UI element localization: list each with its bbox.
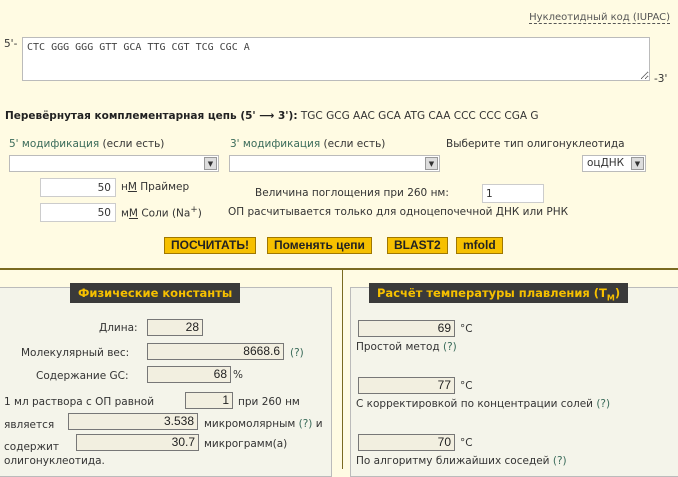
tm-nn-label: По алгоритму ближайших соседей (?) xyxy=(356,455,567,467)
tm-unit: °C xyxy=(460,323,473,335)
micromolar-label: микромолярным (?) и xyxy=(204,418,323,430)
iupac-code-link[interactable]: Нуклеотидный код (IUPAC) xyxy=(529,12,670,24)
tm-nn-help-link[interactable]: (?) xyxy=(553,455,567,467)
micromolar-value: 3.538 xyxy=(68,413,198,430)
length-label: Длина: xyxy=(99,322,138,334)
chevron-down-icon: ▼ xyxy=(631,157,644,170)
three-prime-label: -3' xyxy=(654,73,668,85)
calculate-button[interactable]: ПОСЧИТАТЬ! xyxy=(164,237,256,254)
contains-label: содержит xyxy=(4,441,59,453)
is-label: является xyxy=(4,419,55,431)
oligo-type-select[interactable]: оцДНК ▼ xyxy=(582,155,646,172)
od-unit: при 260 нм xyxy=(238,396,300,408)
tm-basic-label: Простой метод (?) xyxy=(356,341,457,353)
mod5-label: 5' модификация (если есть) xyxy=(9,138,165,150)
mod3-label: 3' модификация (если есть) xyxy=(230,138,386,150)
tm-salt-value: 77 xyxy=(358,377,455,394)
reverse-complement-label: Перевёрнутая комплементарная цепь (5' ⟶ … xyxy=(5,110,298,122)
gc-unit: % xyxy=(233,369,243,381)
tm-unit: °C xyxy=(460,437,473,449)
micromolar-help-link[interactable]: (?) xyxy=(299,418,313,430)
reverse-complement: Перевёрнутая комплементарная цепь (5' ⟶ … xyxy=(5,110,539,122)
absorbance-label: Величина поглощения при 260 нм: xyxy=(255,187,449,199)
tm-salt-label: С корректировкой по концентрации солей (… xyxy=(356,398,611,410)
od-label: 1 мл раствора с ОП равной xyxy=(4,396,155,408)
absorbance-note: ОП расчитывается только для одноцепочечн… xyxy=(228,206,569,218)
primer-input[interactable]: 50 xyxy=(40,178,116,197)
tm-salt-help-link[interactable]: (?) xyxy=(596,398,610,410)
salt-label: мМ Соли (Na+) xyxy=(121,205,202,220)
length-value: 28 xyxy=(147,319,203,336)
tm-unit: °C xyxy=(460,380,473,392)
reverse-complement-value: TGC GCG AAC GCA ATG CAA CCC CCC CGA G xyxy=(300,110,539,122)
gc-value: 68 xyxy=(147,366,231,383)
oligo-label: олигонуклеотида. xyxy=(4,455,105,467)
divider xyxy=(342,270,343,469)
od-value: 1 xyxy=(185,392,233,409)
absorbance-input[interactable]: 1 xyxy=(482,184,544,203)
five-prime-label: 5'- xyxy=(4,38,18,50)
tm-basic-value: 69 xyxy=(358,320,455,337)
chevron-down-icon: ▼ xyxy=(425,157,438,170)
primer-label: нМ Праймер xyxy=(121,181,190,193)
mod3-select[interactable]: ▼ xyxy=(229,155,440,172)
swap-strands-button[interactable]: Поменять цепи xyxy=(267,237,372,254)
blast2-button[interactable]: BLAST2 xyxy=(387,237,448,254)
chevron-down-icon: ▼ xyxy=(204,157,217,170)
mw-label: Молекулярный вес: xyxy=(21,347,130,359)
tm-basic-help-link[interactable]: (?) xyxy=(443,341,457,353)
divider xyxy=(0,268,678,270)
mw-value: 8668.6 xyxy=(147,343,284,360)
physical-constants-title: Физические константы xyxy=(70,283,241,303)
gc-label: Содержание GC: xyxy=(36,370,129,382)
melting-temp-title: Расчёт температуры плавления (TM) xyxy=(369,283,629,303)
mw-help-link[interactable]: (?) xyxy=(290,347,304,359)
sequence-input[interactable]: CTC GGG GGG GTT GCA TTG CGT TCG CGC A xyxy=(22,37,650,81)
mod5-select[interactable]: ▼ xyxy=(9,155,219,172)
micrograms-label: микрограмм(а) xyxy=(204,438,288,450)
mfold-button[interactable]: mfold xyxy=(456,237,503,254)
tm-nn-value: 70 xyxy=(358,434,455,451)
salt-input[interactable]: 50 xyxy=(40,203,116,222)
oligo-type-label: Выберите тип олигонуклеотида xyxy=(446,138,625,150)
micrograms-value: 30.7 xyxy=(76,434,199,451)
